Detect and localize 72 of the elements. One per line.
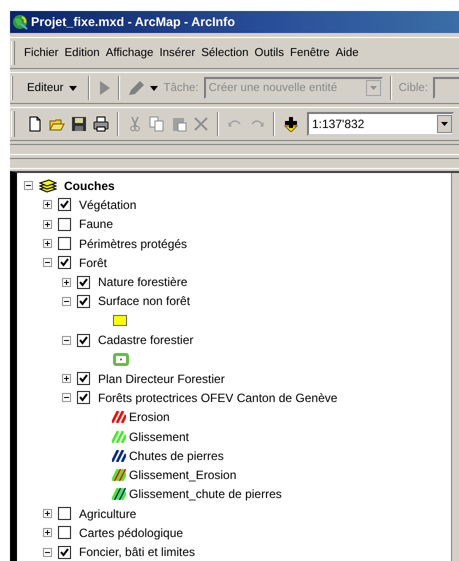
checkbox[interactable] [58,526,71,540]
checkbox[interactable] [58,218,71,231]
expand-toggle[interactable] [43,220,52,229]
menu-item[interactable]: Fenêtre [286,47,333,59]
hatch-symbol-icon [112,488,126,500]
checkbox[interactable] [58,237,71,250]
caret-icon[interactable] [69,86,78,90]
checkbox[interactable] [58,546,71,559]
printer-icon[interactable] [93,116,109,132]
collapse-toggle[interactable] [43,258,52,268]
expand-toggle[interactable] [43,200,52,210]
data-frame-name[interactable]: Couches [64,178,115,193]
hatch-symbol-icon [112,469,126,482]
layer-name[interactable]: Cadastre forestier [98,333,194,348]
window-title: Projet_fixe.mxd - ArcMap - ArcInfo [31,15,235,29]
checkbox[interactable] [77,372,90,386]
checkbox[interactable] [58,256,71,270]
expand-toggle[interactable] [62,374,71,384]
menu-item[interactable]: Fichier [21,47,62,59]
layer-name[interactable]: Nature forestière [98,275,188,290]
menu-item[interactable]: Sélection [198,47,252,59]
caret-icon[interactable] [150,86,158,90]
layer-name[interactable]: Faune [79,217,114,232]
collapse-toggle[interactable] [24,181,33,190]
expand-toggle[interactable] [43,239,52,248]
collapse-toggle[interactable] [62,296,71,306]
legend-label: Glissement_Erosion [129,468,236,482]
checkbox[interactable] [77,294,90,308]
legend-label: Glissement [129,430,190,444]
checkbox[interactable] [77,391,90,404]
clipboard-icon[interactable] [171,116,187,132]
add-data-icon[interactable] [283,116,299,132]
scale-dropdown[interactable]: 1:137'832 [307,112,454,136]
layer-name[interactable]: Plan Directeur Forestier [98,372,225,386]
menu-item[interactable]: Affichage [102,47,156,59]
checkbox[interactable] [58,507,71,520]
layer-name[interactable]: Végétation [79,198,136,212]
hatch-symbol-icon [112,450,126,462]
layers-icon [39,178,57,193]
menu-item[interactable]: Aide [332,47,362,59]
target-label: Cible: [398,82,428,94]
layer-name[interactable]: Forêt [79,256,108,270]
menu-item[interactable]: Edition [62,47,103,59]
copy-icon[interactable] [149,116,165,132]
layer-name[interactable]: Périmètres protégés [79,236,188,251]
new-file-icon[interactable] [27,116,43,132]
task-label: Tâche: [163,82,199,94]
layer-name[interactable]: Cartes pédologique [79,526,184,540]
collapse-toggle[interactable] [62,336,71,345]
globe-icon [12,14,28,30]
layer-name[interactable]: Foncier, bâti et limites [79,545,196,560]
menu-item[interactable]: Outils [252,47,287,59]
checkbox[interactable] [77,276,90,289]
hatch-symbol-icon [112,430,126,442]
menu-item[interactable]: Insérer [156,47,198,59]
expand-toggle[interactable] [43,528,52,538]
collapse-toggle[interactable] [62,393,71,402]
editor-menu-button[interactable]: Editeur [24,77,82,99]
expand-toggle[interactable] [43,509,52,518]
hatch-symbol-icon [112,411,126,424]
save-icon[interactable] [71,116,87,132]
checkbox[interactable] [58,198,71,212]
layer-name[interactable]: Surface non forêt [98,294,190,308]
legend-label: Chutes de pierres [129,448,224,463]
layer-name[interactable]: Agriculture [79,506,136,521]
collapse-toggle[interactable] [43,548,52,557]
layer-name[interactable]: Forêts protectrices OFEV Canton de Genève [98,390,338,405]
legend-label: Erosion [129,410,170,424]
legend-label: Glissement_chute de pierres [129,487,282,502]
pencil-icon[interactable] [127,80,146,96]
checkbox[interactable] [77,334,90,347]
expand-toggle[interactable] [62,278,71,287]
